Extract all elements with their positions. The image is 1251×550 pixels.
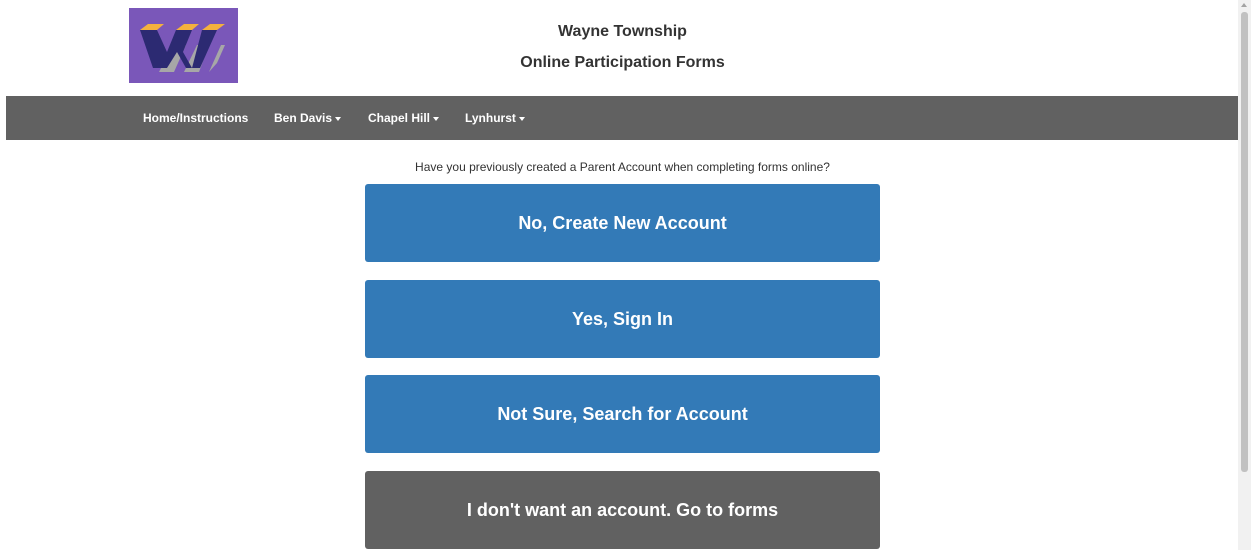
page: Wayne Township Online Participation Form… — [0, 0, 1251, 550]
caret-down-icon — [433, 116, 440, 121]
nav-home-instructions[interactable]: Home/Instructions — [143, 96, 248, 140]
caret-down-icon — [518, 116, 525, 121]
nav-ben-davis-label: Ben Davis — [274, 111, 333, 125]
create-new-account-button[interactable]: No, Create New Account — [365, 184, 880, 262]
nav-ben-davis-dropdown[interactable]: Ben Davis — [274, 96, 342, 140]
nav-chapel-hill-dropdown[interactable]: Chapel Hill — [368, 96, 440, 140]
nav-home-label: Home/Instructions — [143, 111, 249, 125]
search-account-button[interactable]: Not Sure, Search for Account — [365, 375, 880, 453]
main-navbar: Home/Instructions Ben Davis Chapel Hill … — [6, 96, 1238, 140]
nav-chapel-hill-label: Chapel Hill — [368, 111, 431, 125]
create-new-account-label: No, Create New Account — [518, 212, 727, 233]
scroll-up-arrow-icon[interactable] — [1241, 3, 1247, 7]
sign-in-button[interactable]: Yes, Sign In — [365, 280, 880, 358]
title-block: Wayne Township Online Participation Form… — [0, 20, 1245, 75]
go-to-forms-button[interactable]: I don't want an account. Go to forms — [365, 471, 880, 549]
go-to-forms-label: I don't want an account. Go to forms — [466, 499, 779, 520]
nav-lynhurst-label: Lynhurst — [465, 111, 516, 125]
account-question: Have you previously created a Parent Acc… — [415, 160, 830, 174]
search-account-label: Not Sure, Search for Account — [497, 403, 748, 424]
nav-lynhurst-dropdown[interactable]: Lynhurst — [465, 96, 525, 140]
site-header: Wayne Township Online Participation Form… — [0, 0, 1238, 96]
vertical-scrollbar[interactable] — [1238, 0, 1251, 550]
caret-down-icon — [335, 116, 342, 121]
sign-in-label: Yes, Sign In — [571, 308, 674, 329]
scrollbar-thumb[interactable] — [1241, 12, 1248, 472]
site-subtitle: Online Participation Forms — [520, 54, 725, 71]
site-title: Wayne Township — [558, 23, 687, 40]
